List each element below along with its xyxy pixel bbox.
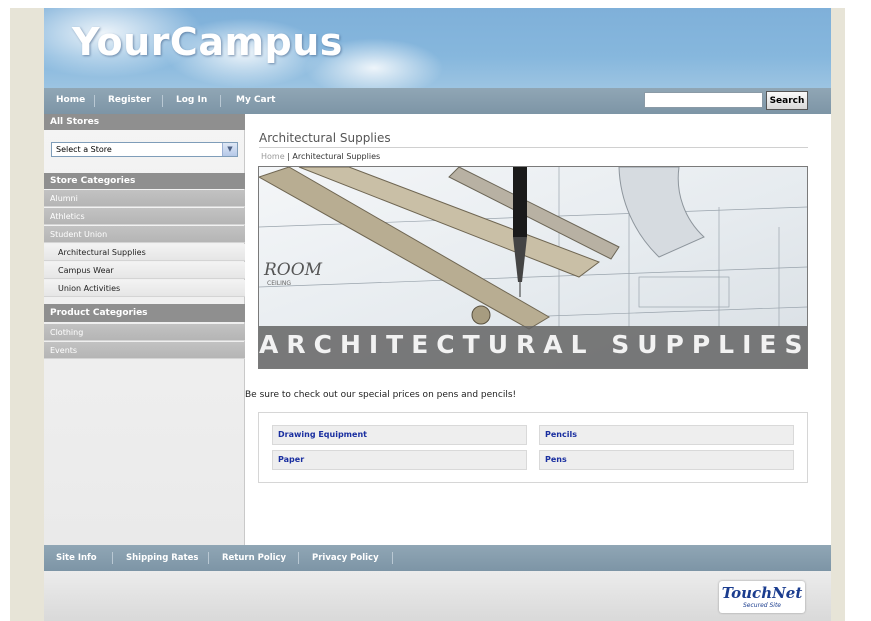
sidebar-item-athletics[interactable]: Athletics: [44, 208, 245, 225]
site-footer: TouchNet Secured Site: [44, 571, 831, 621]
subcategory-drawing-equipment[interactable]: Drawing Equipment: [272, 425, 527, 445]
site-header: YourCampus: [44, 8, 831, 88]
nav-login-link[interactable]: Log In: [176, 95, 207, 105]
breadcrumb-separator: |: [287, 152, 290, 161]
title-divider: [259, 147, 808, 148]
sidebar-item-architectural-supplies[interactable]: Architectural Supplies: [44, 244, 245, 261]
store-select[interactable]: Select a Store ▼: [51, 142, 238, 157]
nav-cart-link[interactable]: My Cart: [236, 95, 275, 105]
sidebar-item-alumni[interactable]: Alumni: [44, 190, 245, 207]
sidebar-item-label: Clothing: [50, 328, 84, 337]
store-select-value: Select a Store: [56, 145, 112, 154]
sidebar-item-label: Alumni: [50, 194, 78, 203]
sidebar-item-label: Campus Wear: [58, 266, 114, 275]
all-stores-heading: All Stores: [44, 114, 245, 130]
touchnet-logo-text: TouchNet: [721, 584, 803, 602]
sidebar-item-label: Union Activities: [58, 284, 121, 293]
search-button[interactable]: Search: [766, 91, 808, 110]
banner-room-text: ROOM: [263, 260, 323, 280]
page-title: Architectural Supplies: [259, 131, 391, 145]
breadcrumb-current: Architectural Supplies: [292, 152, 381, 161]
top-navigation: Home Register Log In My Cart Search: [44, 88, 831, 114]
site-logo[interactable]: YourCampus: [72, 20, 343, 64]
subcategory-pencils[interactable]: Pencils: [539, 425, 794, 445]
breadcrumb-home-link[interactable]: Home: [261, 152, 285, 161]
subcategory-paper[interactable]: Paper: [272, 450, 527, 470]
sidebar-item-label: Architectural Supplies: [58, 248, 146, 257]
touchnet-subtitle: Secured Site: [743, 602, 781, 609]
category-banner: ROOM CEILING ARCHITECTURAL SUPPLIES: [258, 166, 808, 369]
nav-home-link[interactable]: Home: [56, 95, 85, 105]
breadcrumb: Home | Architectural Supplies: [261, 152, 380, 161]
sidebar-item-student-union[interactable]: Student Union: [44, 226, 245, 243]
subcategory-pens[interactable]: Pens: [539, 450, 794, 470]
nav-separator: [94, 95, 95, 107]
nav-separator: [208, 552, 209, 564]
banner-ceiling-text: CEILING: [267, 280, 291, 287]
sidebar-item-label: Events: [50, 346, 78, 355]
left-sidebar: All Stores Select a Store ▼ Store Catego…: [44, 114, 245, 545]
footer-privacy-policy-link[interactable]: Privacy Policy: [312, 553, 379, 563]
nav-separator: [392, 552, 393, 564]
chevron-down-icon[interactable]: ▼: [222, 143, 237, 156]
nav-separator: [162, 95, 163, 107]
footer-shipping-rates-link[interactable]: Shipping Rates: [126, 553, 198, 563]
footer-return-policy-link[interactable]: Return Policy: [222, 553, 286, 563]
store-categories-heading: Store Categories: [44, 173, 245, 189]
footer-site-info-link[interactable]: Site Info: [56, 553, 97, 563]
banner-title: ARCHITECTURAL SUPPLIES: [259, 330, 808, 359]
nav-separator: [112, 552, 113, 564]
nav-separator: [220, 95, 221, 107]
sidebar-item-union-activities[interactable]: Union Activities: [44, 280, 245, 297]
main-content: Architectural Supplies Home | Architectu…: [245, 114, 831, 545]
sidebar-item-label: Student Union: [50, 230, 108, 239]
promo-text: Be sure to check out our special prices …: [245, 390, 517, 400]
touchnet-badge[interactable]: TouchNet Secured Site: [719, 581, 805, 613]
nav-register-link[interactable]: Register: [108, 95, 151, 105]
subcategory-grid: Drawing Equipment Pencils Paper Pens: [258, 412, 808, 483]
sidebar-item-events[interactable]: Events: [44, 342, 245, 359]
site-wrapper: YourCampus Home Register Log In My Cart …: [44, 8, 831, 621]
nav-separator: [298, 552, 299, 564]
product-categories-heading: Product Categories: [44, 304, 245, 322]
footer-navigation: Site Info Shipping Rates Return Policy P…: [44, 545, 831, 571]
sidebar-item-clothing[interactable]: Clothing: [44, 324, 245, 341]
sidebar-item-label: Athletics: [50, 212, 85, 221]
sidebar-item-campus-wear[interactable]: Campus Wear: [44, 262, 245, 279]
search-input[interactable]: [644, 92, 763, 108]
